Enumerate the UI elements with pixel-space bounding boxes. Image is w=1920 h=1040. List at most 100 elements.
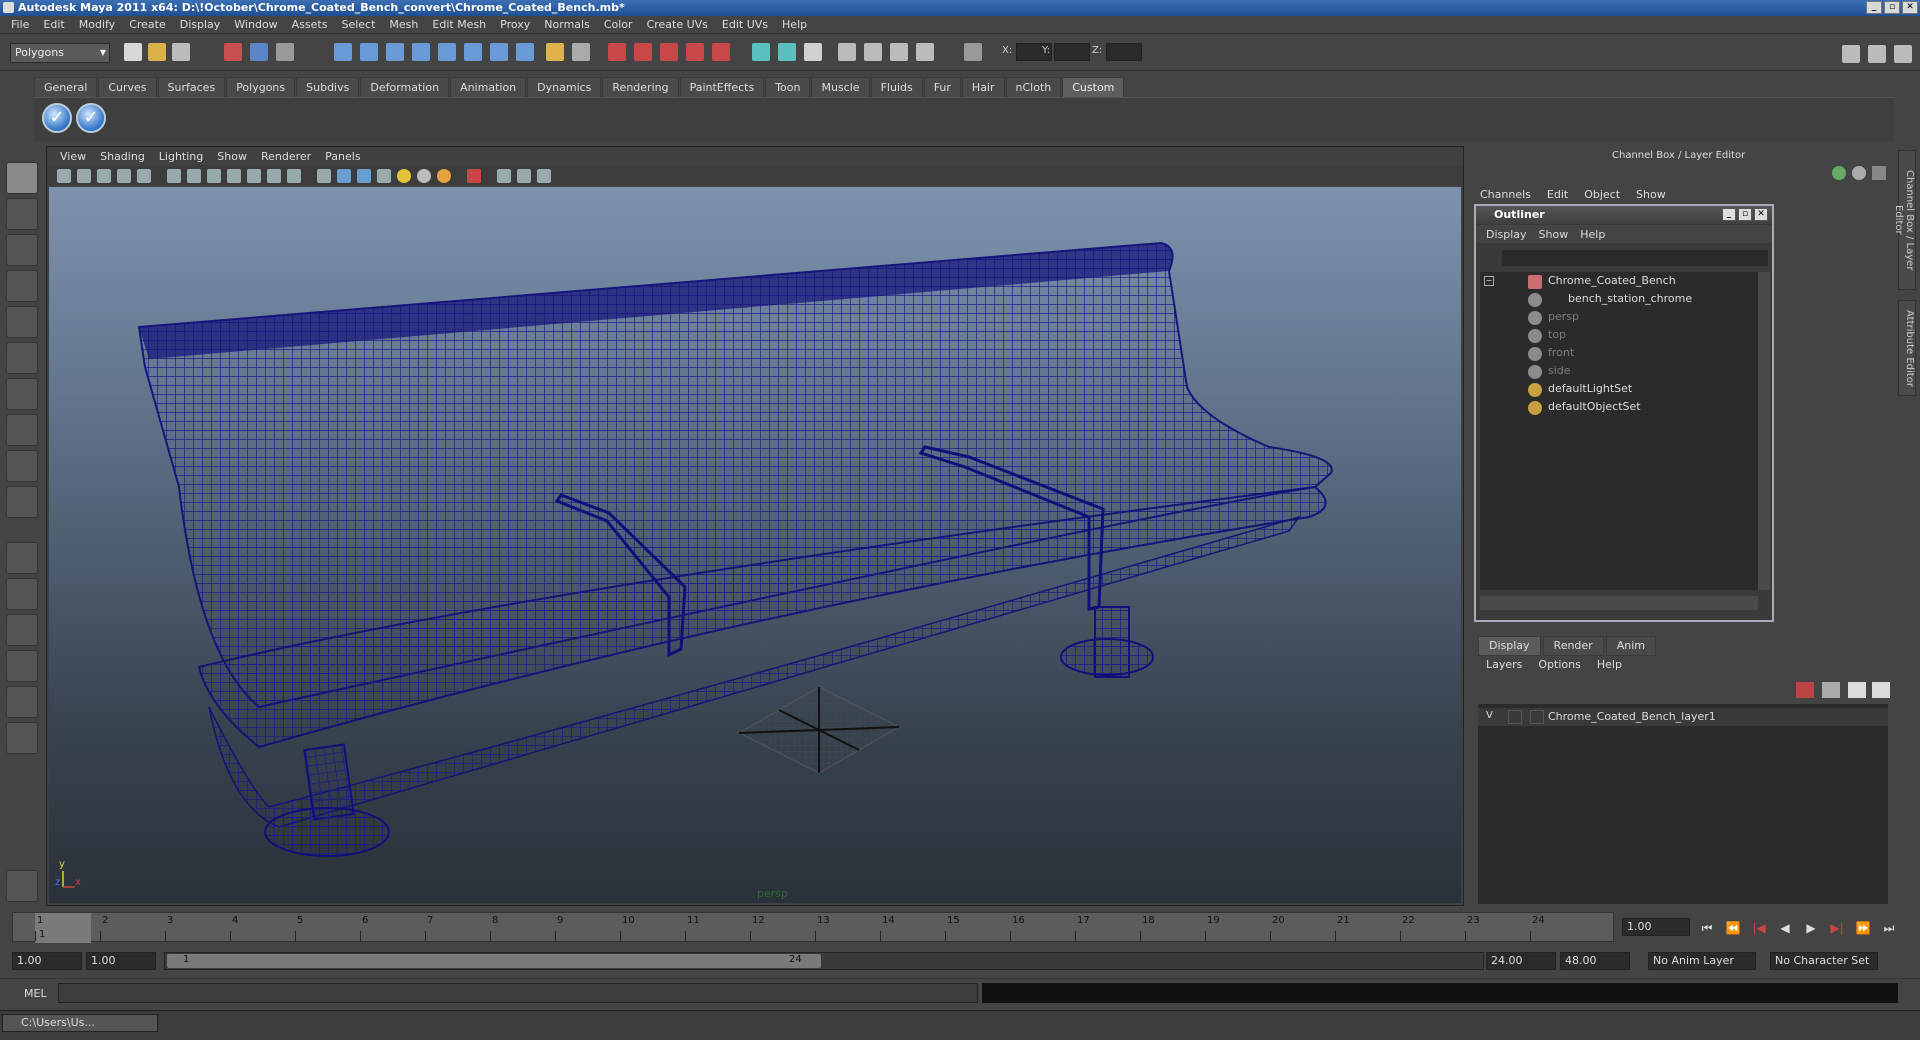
check-icon[interactable]: ✓ <box>76 103 106 133</box>
minimize-button[interactable]: _ <box>1722 208 1736 221</box>
shelf-tab-surfaces[interactable]: Surfaces <box>157 77 226 97</box>
go-to-start-icon[interactable]: ⏮ <box>1698 920 1716 936</box>
show-manipulator-icon[interactable] <box>6 450 38 482</box>
outliner-vertical-scrollbar[interactable] <box>1758 272 1770 590</box>
time-slider[interactable]: 1 1 2 3 4 5 6 7 8 9 10 11 12 13 14 15 16 17 18 19 20 21 22 23 2… <box>12 912 1614 943</box>
step-forward-key-icon[interactable]: ▶| <box>1828 920 1846 936</box>
step-forward-icon[interactable]: ⏩ <box>1854 920 1872 936</box>
mask-icon[interactable] <box>386 43 404 61</box>
wireframe-icon[interactable] <box>317 169 331 183</box>
layer-tab-anim[interactable]: Anim <box>1605 636 1656 656</box>
menu-normals[interactable]: Normals <box>537 18 597 31</box>
outliner-menu-help[interactable]: Help <box>1574 228 1611 241</box>
outliner-item[interactable]: defaultLightSet <box>1548 380 1632 398</box>
single-perspective-layout-icon[interactable] <box>6 542 38 574</box>
current-time-field[interactable]: 1.00 <box>1622 918 1690 936</box>
outliner-item[interactable]: bench_station_chrome <box>1568 290 1692 308</box>
soft-mod-tool-icon[interactable] <box>6 414 38 446</box>
layer-options-icon[interactable] <box>1872 682 1890 698</box>
snap-curve-icon[interactable] <box>634 43 652 61</box>
new-layer-selected-icon[interactable] <box>1822 682 1840 698</box>
select-tool-icon[interactable] <box>6 162 38 194</box>
options-menu[interactable]: Options <box>1530 658 1588 671</box>
outliner-item[interactable]: persp <box>1548 308 1579 326</box>
field-chart-icon[interactable] <box>247 169 261 183</box>
layer-visibility-toggle[interactable]: V <box>1486 710 1493 721</box>
shelf-tab-general[interactable]: General <box>34 77 98 97</box>
character-set-dropdown[interactable]: No Character Set <box>1770 952 1878 970</box>
playback-start-field[interactable]: 1.00 <box>86 952 156 970</box>
snap-point-icon[interactable] <box>660 43 678 61</box>
shelf-tab-deformation[interactable]: Deformation <box>360 77 450 97</box>
play-backwards-icon[interactable]: ◀ <box>1776 920 1794 936</box>
cb-object-menu[interactable]: Object <box>1576 188 1628 201</box>
lock-icon[interactable] <box>546 43 564 61</box>
layer-tab-render[interactable]: Render <box>1542 636 1604 656</box>
mask-icon[interactable] <box>438 43 456 61</box>
save-scene-icon[interactable] <box>172 43 190 61</box>
menu-proxy[interactable]: Proxy <box>493 18 537 31</box>
lasso-tool-icon[interactable] <box>6 198 38 230</box>
shelf-tab-muscle[interactable]: Muscle <box>811 77 870 97</box>
animation-start-field[interactable]: 1.00 <box>12 952 82 970</box>
perspective-viewport[interactable]: View Shading Lighting Show Renderer Pane… <box>46 146 1464 906</box>
viewport-menu-shading[interactable]: Shading <box>93 150 152 163</box>
viewport-menu-panels[interactable]: Panels <box>318 150 367 163</box>
y-field[interactable] <box>1054 43 1090 61</box>
select-object-icon[interactable] <box>250 43 268 61</box>
four-view-layout-icon[interactable] <box>6 578 38 610</box>
close-button[interactable]: ✕ <box>1902 1 1918 14</box>
z-field[interactable] <box>1106 43 1142 61</box>
outliner-horizontal-scrollbar[interactable] <box>1480 596 1758 610</box>
rotate-tool-icon[interactable] <box>6 306 38 338</box>
shelf-tab-toon[interactable]: Toon <box>765 77 811 97</box>
minimize-button[interactable]: _ <box>1866 1 1882 14</box>
history-icon[interactable] <box>778 43 796 61</box>
attribute-editor-toggle-icon[interactable] <box>1842 45 1860 63</box>
outliner-item[interactable]: front <box>1548 344 1574 362</box>
xray-icon[interactable] <box>377 169 391 183</box>
range-slider-handle[interactable] <box>167 954 821 968</box>
viewport-menu-view[interactable]: View <box>53 150 93 163</box>
snap-surface-icon[interactable] <box>712 43 730 61</box>
anim-layer-dropdown[interactable]: No Anim Layer <box>1648 952 1756 970</box>
attribute-editor-side-tab[interactable]: Attribute Editor <box>1898 300 1916 396</box>
gate-mask-icon[interactable] <box>227 169 241 183</box>
mask-icon[interactable] <box>490 43 508 61</box>
layer-name[interactable]: Chrome_Coated_Bench_layer1 <box>1548 710 1716 723</box>
move-tool-icon[interactable] <box>6 270 38 302</box>
select-hierarchy-icon[interactable] <box>224 43 242 61</box>
layer-help-menu[interactable]: Help <box>1589 658 1630 671</box>
mel-input-field[interactable] <box>58 983 978 1003</box>
input-field-mode-icon[interactable] <box>964 43 982 61</box>
persp-outliner-layout-icon[interactable] <box>6 614 38 646</box>
layer-row[interactable]: V Chrome_Coated_Bench_layer1 <box>1478 708 1888 726</box>
last-tool-icon[interactable] <box>6 486 38 518</box>
mask-icon[interactable] <box>334 43 352 61</box>
outliner-menu-show[interactable]: Show <box>1533 228 1575 241</box>
maximize-button[interactable]: ▫ <box>1884 1 1900 14</box>
menu-display[interactable]: Display <box>173 18 228 31</box>
menu-select[interactable]: Select <box>334 18 382 31</box>
range-slider[interactable]: 1 24 <box>164 952 1484 970</box>
animation-end-field[interactable]: 48.00 <box>1560 952 1630 970</box>
shelf-tab-fluids[interactable]: Fluids <box>870 77 923 97</box>
ipr-render-icon[interactable] <box>890 43 908 61</box>
camera-attributes-icon[interactable] <box>77 169 91 183</box>
cb-icon[interactable] <box>1832 166 1846 180</box>
step-back-icon[interactable]: ⏪ <box>1724 920 1742 936</box>
menu-set-dropdown[interactable]: Polygons ▼ <box>10 43 110 63</box>
image-plane-icon[interactable] <box>117 169 131 183</box>
cb-edit-menu[interactable]: Edit <box>1539 188 1576 201</box>
persp-graph-layout-icon[interactable] <box>6 650 38 682</box>
mask-icon[interactable] <box>412 43 430 61</box>
tool-settings-toggle-icon[interactable] <box>1868 45 1886 63</box>
bookmark-icon[interactable] <box>97 169 111 183</box>
minimized-window[interactable]: C:\Users\Us... <box>2 1014 158 1032</box>
film-gate-icon[interactable] <box>187 169 201 183</box>
all-lights-icon[interactable] <box>417 169 431 183</box>
two-d-pan-icon[interactable] <box>137 169 151 183</box>
maximize-button[interactable]: ▫ <box>1738 208 1752 221</box>
shelf-tab-hair[interactable]: Hair <box>961 77 1005 97</box>
new-layer-icon[interactable] <box>1796 682 1814 698</box>
